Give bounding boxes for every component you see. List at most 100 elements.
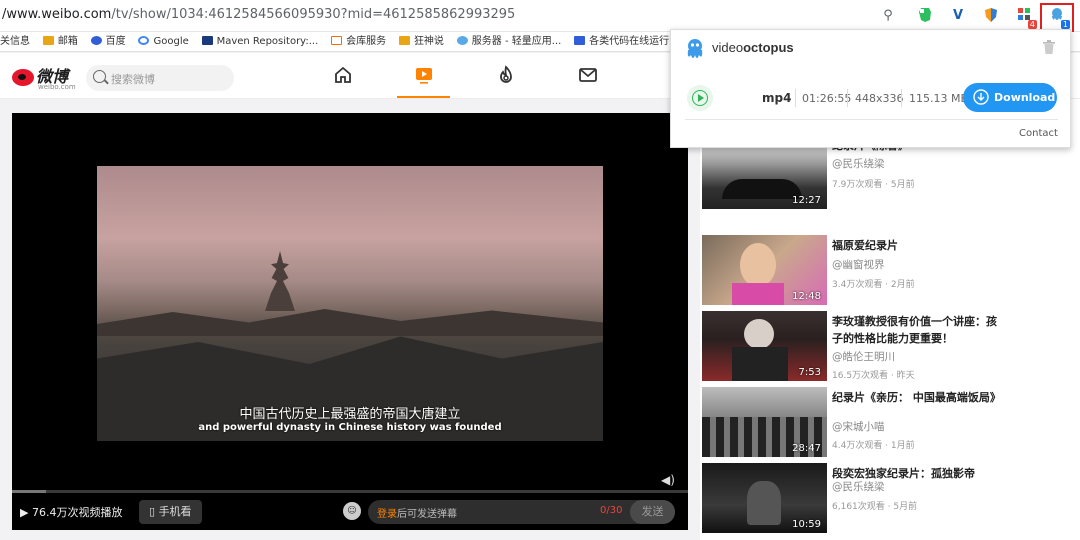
video-author[interactable]: @皓伦王明川 xyxy=(832,349,895,364)
video-format: mp4 xyxy=(762,91,792,105)
danmu-char-count: 0/30 xyxy=(600,505,623,516)
hot-icon[interactable] xyxy=(494,65,518,89)
code-runner-icon xyxy=(574,36,586,45)
subtitle-english: and powerful dynasty in Chinese history … xyxy=(198,422,502,433)
cloud-icon xyxy=(456,36,468,45)
video-thumbnail[interactable]: 28:47 xyxy=(702,387,827,457)
list-item[interactable]: 10:59 段奕宏独家纪录片：孤独影帝 @民乐绕梁 6,161次观看 · 5月前 xyxy=(702,463,1072,535)
video-title[interactable]: 李玫瑾教授很有价值一个讲座：孩子的性格比能力更重要！ xyxy=(832,313,997,347)
divider xyxy=(795,89,796,107)
folder-icon xyxy=(42,36,54,45)
thumbnail-scene xyxy=(732,283,784,305)
video-thumbnail[interactable]: 10:59 xyxy=(702,463,827,533)
search-input[interactable]: 搜索微博 xyxy=(86,65,234,91)
play-preview-icon[interactable] xyxy=(687,85,713,111)
download-button[interactable]: Download xyxy=(963,83,1057,112)
bookmark-item[interactable]: 会库服务 xyxy=(331,32,386,51)
bookmark-item[interactable]: 邮箱 xyxy=(42,32,78,51)
video-duration: 7:53 xyxy=(798,367,821,378)
view-count: ▶ 76.4万次视频播放 xyxy=(20,506,123,519)
bookmark-item[interactable]: 关信息 xyxy=(0,32,30,51)
cloud-service-icon xyxy=(331,36,343,45)
bookmark-item[interactable]: Maven Repository:... xyxy=(201,32,318,51)
video-meta: 3.4万次观看 · 2月前 xyxy=(832,280,915,290)
video-meta: 16.5万次观看 · 昨天 xyxy=(832,371,915,381)
video-thumbnail[interactable]: 12:27 xyxy=(702,139,827,209)
control-bar: ▶ 76.4万次视频播放 ▯ 手机看 ☺ 登录后可发送弹幕 0/30 发送 xyxy=(12,495,688,530)
contact-link[interactable]: Contact xyxy=(1019,128,1058,139)
list-item[interactable]: 28:47 纪录片《亲历： 中国最高端饭局》 @宋城小喵 4.4万次观看 · 1… xyxy=(702,387,1072,459)
pagoda-scene xyxy=(265,251,295,311)
nav-active-indicator xyxy=(397,96,450,98)
thumbnail-face xyxy=(744,319,774,349)
video-author[interactable]: @宋城小喵 xyxy=(832,419,885,434)
watch-on-mobile-button[interactable]: ▯ 手机看 xyxy=(139,500,202,524)
video-resolution: 448x336 xyxy=(855,92,904,105)
video-author[interactable]: @民乐绕梁 xyxy=(832,156,885,171)
list-item[interactable]: 12:48 福原爱纪录片 @幽窗视界 3.4万次观看 · 2月前 xyxy=(702,235,1072,307)
user-avatar[interactable]: ☺ xyxy=(343,502,361,520)
search-icon xyxy=(93,70,106,83)
progress-bar[interactable] xyxy=(12,490,688,493)
thumbnail-scene xyxy=(747,481,781,525)
divider xyxy=(847,89,848,107)
bookmark-item[interactable]: 服务器 - 轻量应用... xyxy=(456,32,561,51)
folder-icon xyxy=(398,36,410,45)
home-icon[interactable] xyxy=(331,65,355,89)
divider xyxy=(685,119,1058,120)
message-icon[interactable] xyxy=(576,65,600,89)
search-placeholder: 搜索微博 xyxy=(111,73,155,86)
video-meta: 6,161次观看 · 5月前 xyxy=(832,502,918,512)
download-row: mp4 01:26:55 448x336 115.13 MB Download xyxy=(685,81,1058,117)
subtitle-chinese: 中国古代历史上最强盛的帝国大唐建立 xyxy=(239,407,461,422)
url-field[interactable]: /www.weibo.com/tv/show/1034:461258456609… xyxy=(2,7,515,22)
google-icon xyxy=(138,36,150,45)
volume-icon[interactable]: ◀) xyxy=(661,473,675,487)
video-duration: 10:59 xyxy=(792,519,821,530)
video-length: 01:26:55 xyxy=(802,92,852,105)
video-author[interactable]: @民乐绕梁 xyxy=(832,479,885,494)
file-size: 115.13 MB xyxy=(909,92,969,105)
video-author[interactable]: @幽窗视界 xyxy=(832,257,885,272)
video-thumbnail[interactable]: 7:53 xyxy=(702,311,827,381)
video-title[interactable]: 福原爱纪录片 xyxy=(832,237,997,254)
address-bar: /www.weibo.com/tv/show/1034:461258456609… xyxy=(0,0,1080,34)
play-count-icon: ▶ xyxy=(20,506,29,519)
bookmark-item[interactable]: 各类代码在线运行 xyxy=(574,32,669,51)
weibo-logo[interactable]: 微博 weibo.com xyxy=(12,63,77,91)
bookmark-item[interactable]: Google xyxy=(138,32,189,51)
login-link[interactable]: 登录 xyxy=(377,509,397,520)
bookmark-item[interactable]: 狂神说 xyxy=(398,32,444,51)
danmu-input[interactable]: 登录后可发送弹幕 0/30 发送 xyxy=(368,500,675,524)
extension-badge: 4 xyxy=(1027,20,1037,29)
video-title[interactable]: 纪录片《亲历： 中国最高端饭局》 xyxy=(832,389,1001,406)
danmu-hint: 登录后可发送弹幕 xyxy=(377,509,457,520)
thumbnail-scene xyxy=(722,179,802,199)
related-video-list: 12:27 纪录片《陈暮》 @民乐绕梁 7.9万次观看 · 5月前 12:48 … xyxy=(700,99,1080,540)
list-item[interactable]: 7:53 李玫瑾教授很有价值一个讲座：孩子的性格比能力更重要！ @皓伦王明川 1… xyxy=(702,311,1072,383)
video-frame[interactable]: 中国古代历史上最强盛的帝国大唐建立 and powerful dynasty i… xyxy=(97,166,603,441)
puzzle-extension-icon[interactable]: 4 xyxy=(1015,7,1037,29)
vpn-icon[interactable]: V xyxy=(949,7,967,25)
video-duration: 12:48 xyxy=(792,291,821,302)
divider xyxy=(901,89,902,107)
search-settings-icon[interactable]: ⚲ xyxy=(879,7,897,25)
octopus-logo-icon xyxy=(685,38,705,62)
shield-extension-icon[interactable] xyxy=(982,7,1000,25)
download-icon xyxy=(973,89,989,105)
maven-icon xyxy=(201,36,213,45)
trash-icon[interactable] xyxy=(1043,40,1055,54)
video-thumbnail[interactable]: 12:48 xyxy=(702,235,827,305)
video-duration: 28:47 xyxy=(792,443,821,454)
bookmark-item[interactable]: 百度 xyxy=(90,32,126,51)
weibo-eye-icon xyxy=(12,69,34,86)
evernote-icon[interactable] xyxy=(916,7,934,25)
video-player[interactable]: 中国古代历史上最强盛的帝国大唐建立 and powerful dynasty i… xyxy=(12,113,688,530)
url-path: /tv/show/1034:4612584566095930?mid=46125… xyxy=(111,7,516,22)
roofline-scene xyxy=(97,309,603,336)
list-item[interactable]: 12:27 纪录片《陈暮》 @民乐绕梁 7.9万次观看 · 5月前 xyxy=(702,139,1072,211)
thumbnail-face xyxy=(740,243,776,287)
send-danmu-button[interactable]: 发送 xyxy=(630,500,675,524)
video-tab-icon[interactable] xyxy=(412,65,436,89)
popup-brand: videooctopus xyxy=(712,40,794,55)
